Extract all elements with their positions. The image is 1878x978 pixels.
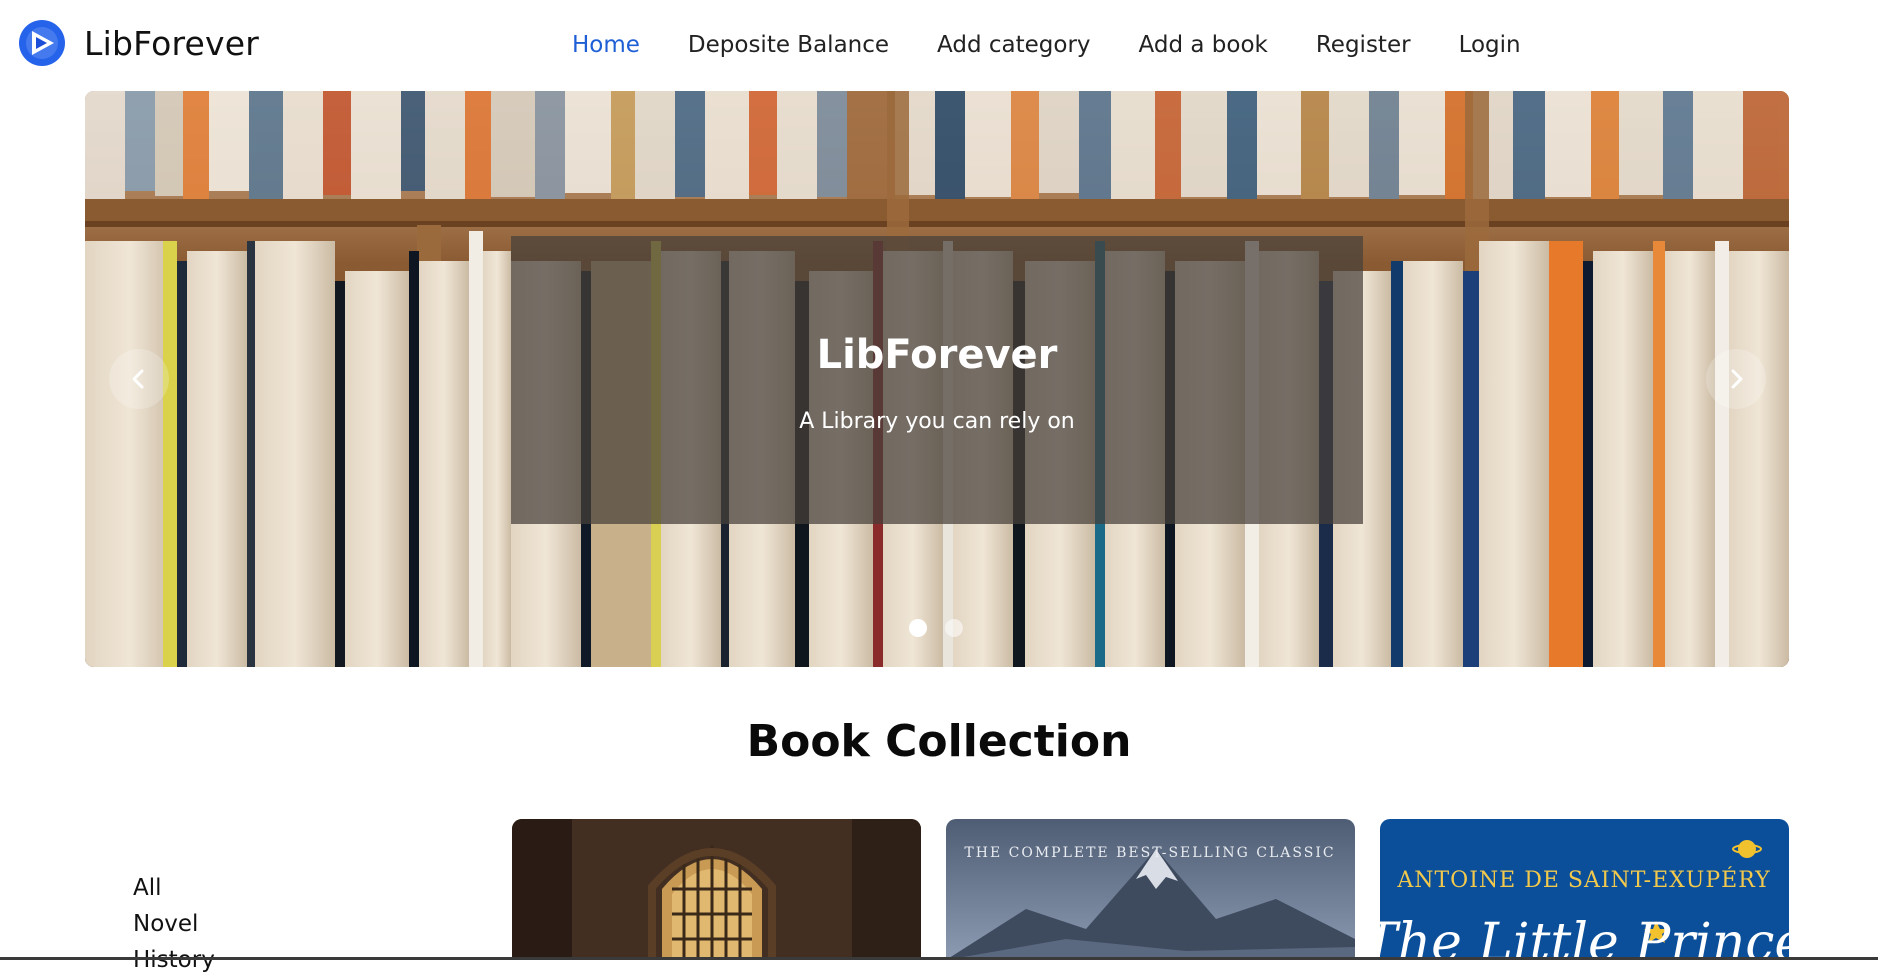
chevron-left-icon: [132, 369, 144, 389]
carousel-indicators: [909, 619, 963, 637]
caption-title: LibForever: [816, 332, 1058, 378]
carousel-next-button[interactable]: [1706, 349, 1766, 409]
carousel-indicator-1[interactable]: [909, 619, 927, 637]
brand-link[interactable]: LibForever: [18, 18, 259, 68]
caption-subtitle: A Library you can rely on: [799, 409, 1075, 434]
book-card[interactable]: [512, 819, 921, 960]
category-history[interactable]: History: [133, 942, 215, 978]
category-list: All Novel History: [133, 870, 215, 978]
book-card[interactable]: ANTOINE DE SAINT-EXUPÉRY The Little Prin…: [1380, 819, 1789, 960]
category-novel[interactable]: Novel: [133, 906, 215, 942]
nav-add-category[interactable]: Add category: [937, 32, 1091, 58]
main-nav: Home Deposite Balance Add category Add a…: [572, 22, 1521, 68]
nav-deposit-balance[interactable]: Deposite Balance: [688, 32, 889, 58]
nav-home[interactable]: Home: [572, 32, 640, 58]
chevron-right-icon: [1731, 369, 1743, 389]
book-cover-text: THE COMPLETE BEST-SELLING CLASSIC: [964, 845, 1335, 861]
book-cover-author: ANTOINE DE SAINT-EXUPÉRY: [1396, 866, 1770, 893]
nav-login[interactable]: Login: [1459, 32, 1521, 58]
brand-name: LibForever: [84, 23, 260, 63]
carousel-caption: LibForever A Library you can rely on: [511, 236, 1363, 524]
book-cover-title: The Little Prince: [1380, 913, 1789, 960]
navbar: LibForever Home Deposite Balance Add cat…: [0, 0, 1878, 90]
carousel-prev-button[interactable]: [109, 349, 169, 409]
book-cover-image: ANTOINE DE SAINT-EXUPÉRY The Little Prin…: [1380, 819, 1789, 960]
nav-register[interactable]: Register: [1316, 32, 1411, 58]
book-card[interactable]: THE COMPLETE BEST-SELLING CLASSIC: [946, 819, 1355, 960]
category-all[interactable]: All: [133, 870, 215, 906]
book-cover-image: [512, 819, 921, 960]
nav-add-book[interactable]: Add a book: [1139, 32, 1268, 58]
play-circle-icon: [19, 20, 65, 66]
carousel-indicator-2[interactable]: [945, 619, 963, 637]
section-title: Book Collection: [746, 716, 1132, 767]
hero-carousel: LibForever A Library you can rely on: [85, 91, 1789, 667]
book-cover-image: THE COMPLETE BEST-SELLING CLASSIC: [946, 819, 1355, 960]
